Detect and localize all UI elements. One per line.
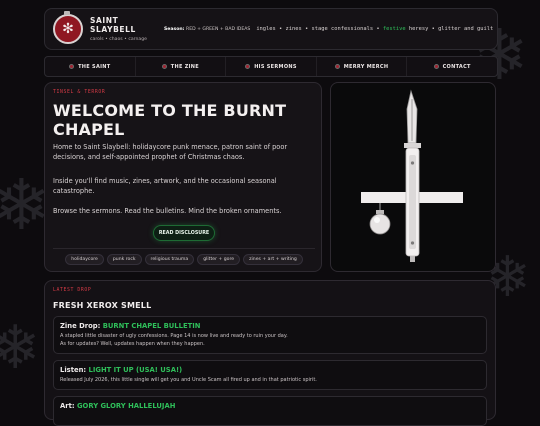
season-key: Season: [164, 26, 185, 32]
hero-intro: Home to Saint Slaybell: holidaycore punk… [53, 143, 288, 161]
card-line: As for updates? Well, updates happen whe… [60, 340, 205, 347]
nav-label: THE ZINE [170, 63, 200, 70]
hero-instructions: Browse the sermons. Read the bulletins. … [53, 207, 282, 215]
site-header: ✻ SAINT SLAYBELL carols • chaos • carnag… [44, 8, 498, 50]
card-label: Zine Drop: [60, 322, 101, 330]
hero-description: Inside you'll find music, zines, artwork… [53, 177, 277, 195]
list-item[interactable]: Zine Drop: BURNT CHAPEL BULLETIN A stapl… [53, 316, 487, 354]
ornament-dot-icon [69, 64, 75, 69]
season-value: RED + GREEN + BAD IDEAS [186, 26, 251, 32]
site-title: SAINT SLAYBELL [90, 16, 136, 34]
card-link[interactable]: GORY GLORY HALLELUJAH [77, 402, 175, 410]
hero-artwork [330, 82, 496, 272]
nav-label: THE SAINT [78, 63, 111, 70]
tag-list: holidaycore punk rock religious trauma g… [53, 254, 315, 265]
ornament-dot-icon [433, 64, 439, 69]
card-label: Listen: [60, 366, 87, 374]
card-text: Released July 2026, this little single w… [60, 377, 480, 385]
nav-item-contact[interactable]: CONTACT [407, 57, 497, 76]
tag-holidaycore[interactable]: holidaycore [65, 254, 104, 265]
section-title: FRESH XEROX SMELL [53, 301, 152, 310]
tag-religious-trauma[interactable]: religious trauma [144, 254, 195, 265]
list-item[interactable]: Art: GORY GLORY HALLELUJAH [53, 396, 487, 426]
divider [53, 248, 315, 249]
ornament-dot-icon [245, 64, 251, 69]
main-nav: THE SAINT THE ZINE HIS SERMONS MERRY MER… [44, 56, 498, 77]
card-link[interactable]: LIGHT IT UP (USA! USA!) [89, 366, 183, 374]
nav-label: CONTACT [442, 63, 471, 70]
ticker: ingles • zines • stage confessionals • f… [256, 26, 497, 32]
tag-zines-art-writing[interactable]: zines + art + writing [243, 254, 303, 265]
nav-item-the-saint[interactable]: THE SAINT [45, 57, 136, 76]
card-text: A stapled little disaster of ugly confes… [60, 333, 480, 348]
tag-glitter-gore[interactable]: glitter + gore [197, 254, 241, 265]
ticker-text: heresy • glitter and guilt [405, 26, 494, 32]
hero-panel: TINSEL & TERROR WELCOME TO THE BURNT CHA… [44, 82, 322, 272]
hero-kicker: TINSEL & TERROR [53, 90, 106, 95]
list-item[interactable]: Listen: LIGHT IT UP (USA! USA!) Released… [53, 360, 487, 390]
section-kicker: LATEST DROP [53, 288, 92, 293]
snowflake-ornament-icon[interactable]: ✻ [53, 11, 83, 44]
tag-punk-rock[interactable]: punk rock [106, 254, 142, 265]
nav-item-merry-merch[interactable]: MERRY MERCH [317, 57, 408, 76]
page-title: WELCOME TO THE BURNT CHAPEL [53, 101, 287, 139]
site-tagline: carols • chaos • carnage [90, 37, 147, 42]
ticker-text: ingles • zines • stage confessionals • [256, 26, 383, 32]
card-title: Listen: LIGHT IT UP (USA! USA!) [60, 366, 480, 374]
nav-item-the-zine[interactable]: THE ZINE [136, 57, 227, 76]
latest-drop-section: LATEST DROP FRESH XEROX SMELL Zine Drop:… [44, 280, 496, 426]
card-label: Art: [60, 402, 75, 410]
nav-item-his-sermons[interactable]: HIS SERMONS [226, 57, 317, 76]
ornament-dot-icon [334, 64, 340, 69]
nav-label: MERRY MERCH [343, 63, 389, 70]
switchblade-cross-illustration [361, 89, 463, 262]
card-link[interactable]: BURNT CHAPEL BULLETIN [103, 322, 201, 330]
brand[interactable]: SAINT SLAYBELL carols • chaos • carnage [90, 16, 160, 42]
season-label: Season: RED + GREEN + BAD IDEAS [164, 27, 250, 32]
nav-label: HIS SERMONS [254, 63, 297, 70]
card-title: Art: GORY GLORY HALLELUJAH [60, 402, 480, 410]
card-line: A stapled little disaster of ugly confes… [60, 333, 288, 339]
card-line: Released July 2026, this little single w… [60, 377, 317, 383]
ornament-dot-icon [161, 64, 167, 69]
snowflake-icon: ❄ [0, 313, 41, 383]
read-disclosure-button[interactable]: READ DISCLOSURE [153, 225, 215, 241]
ticker-highlight: festive [382, 26, 406, 32]
card-title: Zine Drop: BURNT CHAPEL BULLETIN [60, 322, 480, 330]
